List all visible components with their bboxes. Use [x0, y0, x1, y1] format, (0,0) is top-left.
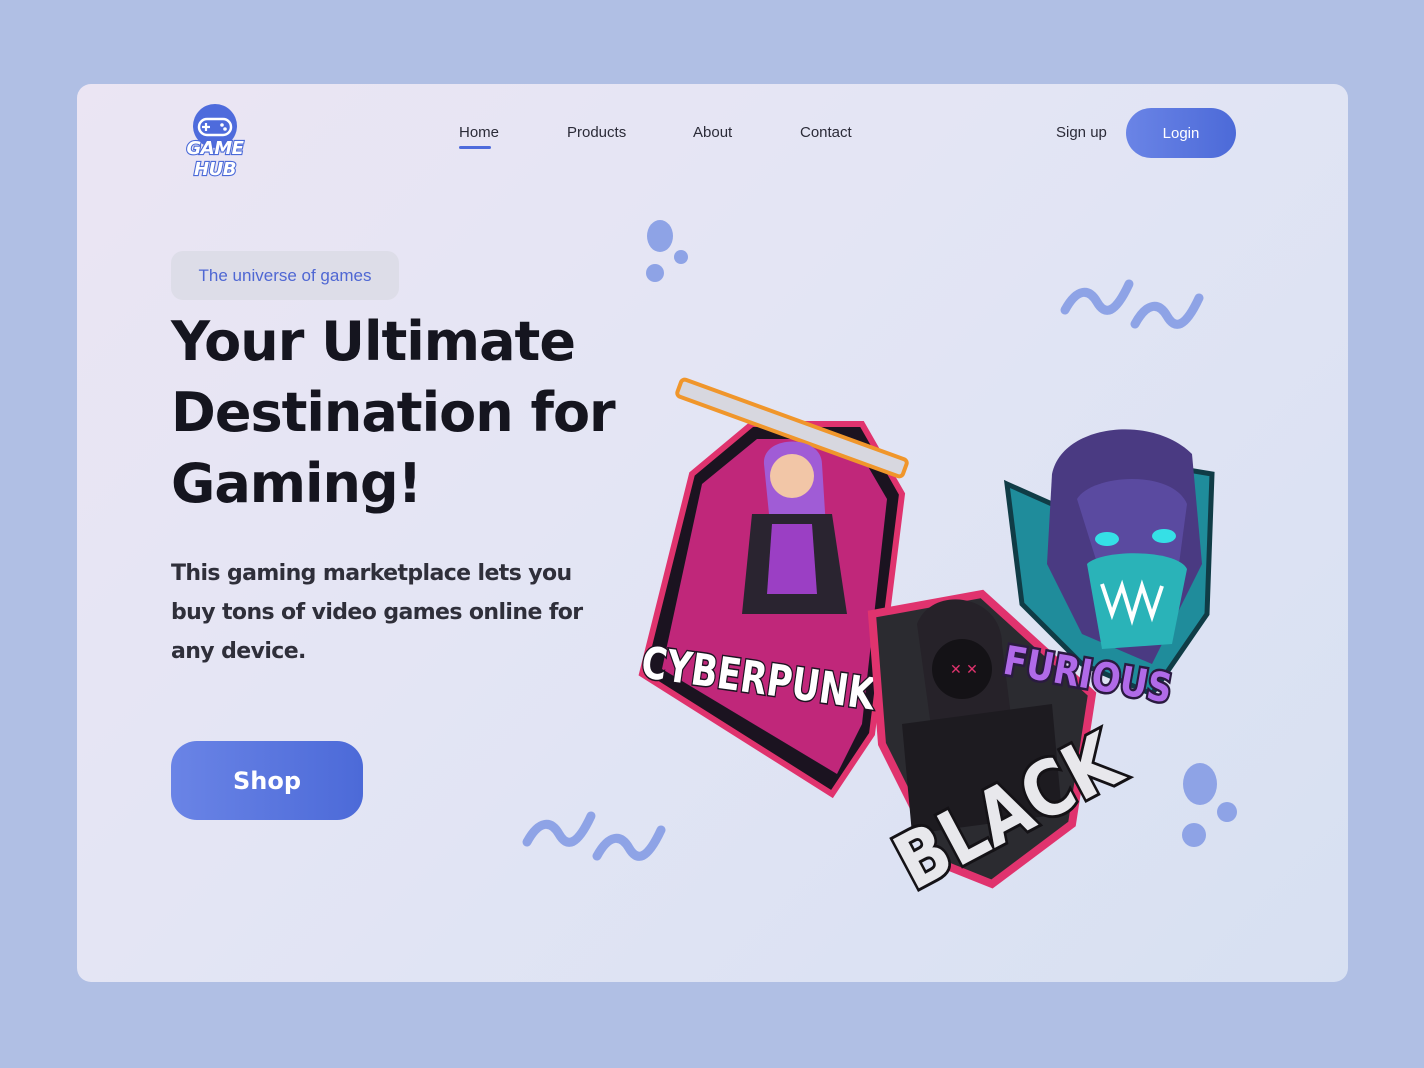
hero-description: This gaming marketplace lets you buy ton… [171, 561, 583, 664]
nav-active-indicator [459, 146, 491, 149]
signup-link[interactable]: Sign up [1056, 124, 1107, 141]
nav-about[interactable]: About [693, 124, 732, 141]
cyberpunk-badge: CYBERPUNK [637, 377, 909, 799]
shop-button[interactable]: Shop [171, 741, 363, 820]
login-button[interactable]: Login [1126, 108, 1236, 158]
squiggle-decoration-top [1060, 279, 1204, 329]
game-hub-logo[interactable]: GAME HUB [169, 102, 261, 181]
hero-headline: Your Ultimate Destination for Gaming! [171, 310, 616, 515]
gaming-mascots-illustration: CYBERPUNK ✕ ✕ BLACK FURIOUS [637, 377, 1215, 894]
nav-contact[interactable]: Contact [800, 124, 852, 141]
nav-products[interactable]: Products [567, 124, 626, 141]
svg-text:✕ ✕: ✕ ✕ [950, 662, 978, 678]
logo-wordmark: GAME HUB [185, 137, 245, 181]
landing-page-card: GAME HUB Home Products About Contact Sig… [77, 84, 1348, 982]
tagline-badge: The universe of games [171, 251, 399, 300]
furious-badge: FURIOUS [997, 429, 1215, 715]
dots-decoration-top [646, 220, 688, 282]
nav-home[interactable]: Home [459, 124, 499, 141]
